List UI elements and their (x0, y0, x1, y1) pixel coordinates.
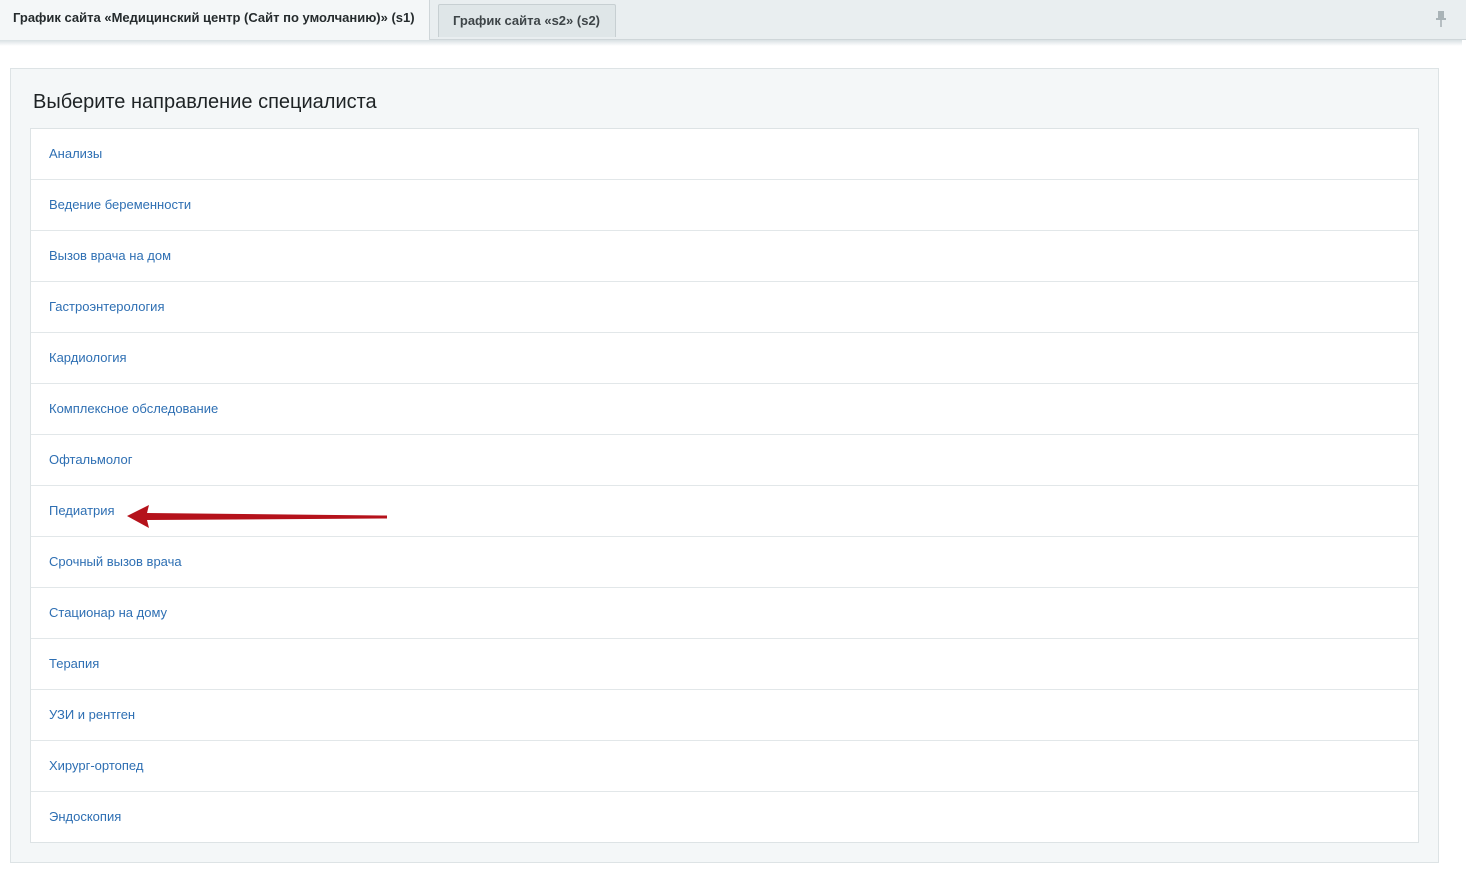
specialty-link-pediatrics[interactable]: Педиатрия (49, 503, 115, 518)
specialty-link[interactable]: Терапия (49, 656, 99, 671)
specialty-link[interactable]: Вызов врача на дом (49, 248, 171, 263)
specialist-panel: Выберите направление специалиста Анализы… (10, 68, 1439, 863)
pin-icon[interactable] (1434, 10, 1448, 28)
tabbar-shadow (0, 40, 1462, 46)
list-item: Стационар на дому (31, 588, 1418, 639)
tab-schedule-s2[interactable]: График сайта «s2» (s2) (438, 4, 616, 37)
list-item: Кардиология (31, 333, 1418, 384)
specialty-link[interactable]: УЗИ и рентген (49, 707, 135, 722)
page-title: Выберите направление специалиста (33, 91, 377, 113)
list-item: Хирург-ортопед (31, 741, 1418, 792)
tab-bar: График сайта «Медицинский центр (Сайт по… (0, 0, 1466, 40)
specialty-link[interactable]: Офтальмолог (49, 452, 133, 467)
list-item: Анализы (31, 129, 1418, 180)
list-item: Педиатрия (31, 486, 1418, 537)
specialty-link[interactable]: Гастроэнтерология (49, 299, 164, 314)
list-item: Гастроэнтерология (31, 282, 1418, 333)
specialty-link[interactable]: Кардиология (49, 350, 127, 365)
specialty-link[interactable]: Эндоскопия (49, 809, 121, 824)
list-item: Терапия (31, 639, 1418, 690)
list-item: Комплексное обследование (31, 384, 1418, 435)
specialty-link[interactable]: Комплексное обследование (49, 401, 218, 416)
list-item: Офтальмолог (31, 435, 1418, 486)
specialty-link[interactable]: Ведение беременности (49, 197, 191, 212)
list-item: Срочный вызов врача (31, 537, 1418, 588)
specialty-link[interactable]: Срочный вызов врача (49, 554, 182, 569)
list-item: Ведение беременности (31, 180, 1418, 231)
list-item: Эндоскопия (31, 792, 1418, 842)
specialty-link[interactable]: Стационар на дому (49, 605, 167, 620)
list-item: Вызов врача на дом (31, 231, 1418, 282)
list-item: УЗИ и рентген (31, 690, 1418, 741)
specialty-link[interactable]: Хирург-ортопед (49, 758, 143, 773)
tab-schedule-s1[interactable]: График сайта «Медицинский центр (Сайт по… (0, 0, 430, 40)
specialty-list: Анализы Ведение беременности Вызов врача… (30, 128, 1419, 843)
specialty-link[interactable]: Анализы (49, 146, 102, 161)
